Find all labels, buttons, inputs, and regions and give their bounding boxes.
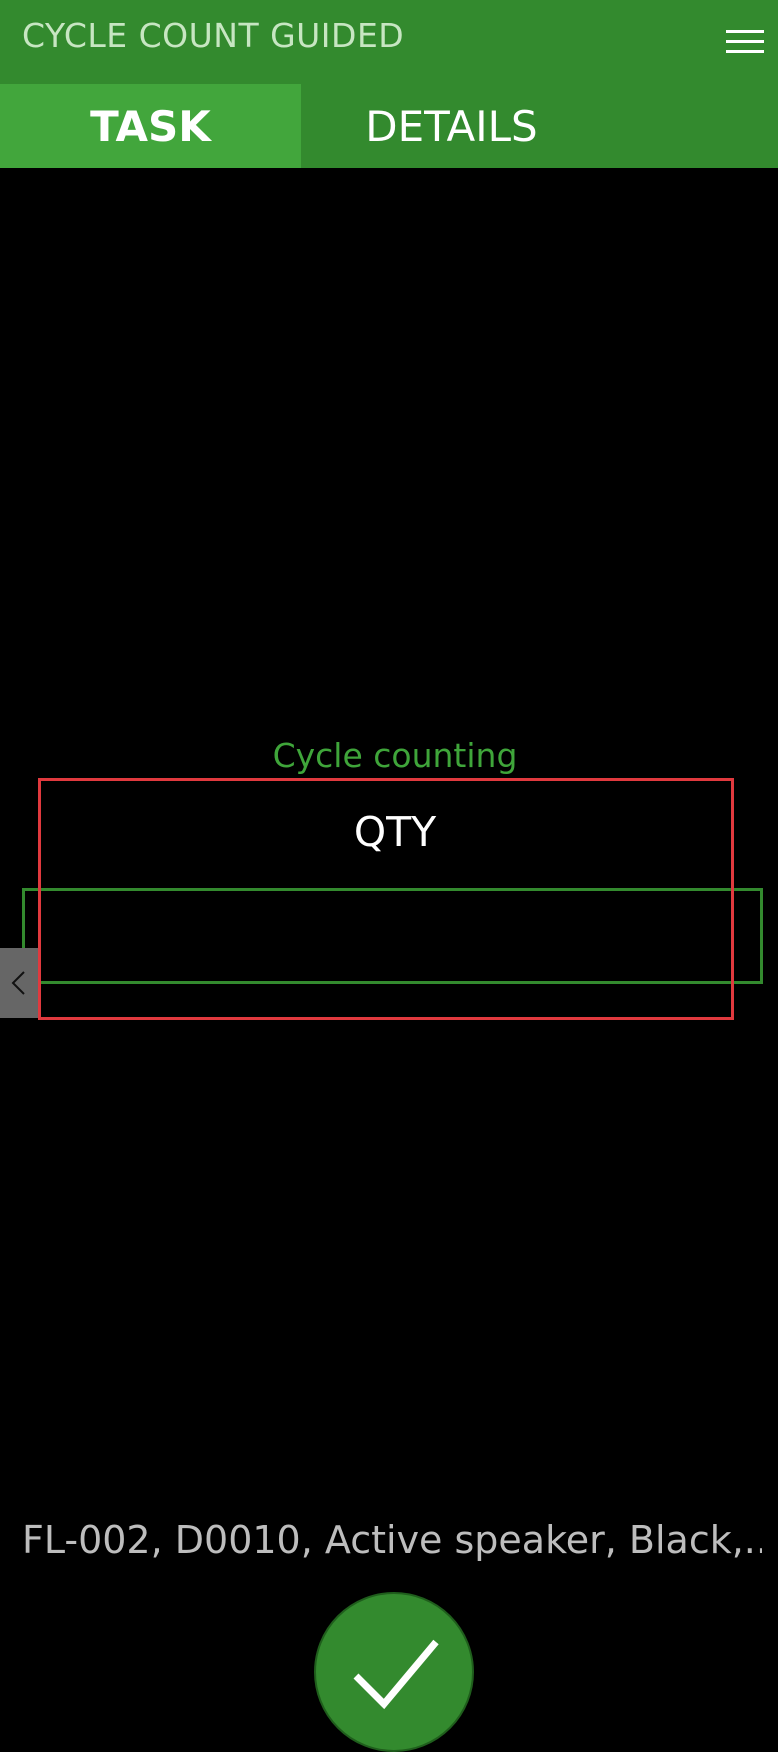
tab-details-label: DETAILS	[365, 101, 538, 151]
qty-input[interactable]	[22, 888, 763, 984]
section-label: Cycle counting	[272, 736, 518, 775]
page-title: CYCLE COUNT GUIDED	[22, 16, 405, 55]
tab-details[interactable]: DETAILS	[301, 84, 602, 168]
confirm-button[interactable]	[314, 1592, 474, 1752]
item-description: FL-002, D0010, Active speaker, Black,...	[22, 1518, 762, 1562]
chevron-left-icon	[11, 971, 25, 995]
menu-button[interactable]	[726, 26, 764, 56]
side-panel-toggle[interactable]	[0, 948, 38, 1018]
tab-task-label: TASK	[90, 101, 211, 151]
app-header: CYCLE COUNT GUIDED TASK DETAILS	[0, 0, 778, 168]
tab-task[interactable]: TASK	[0, 84, 301, 168]
qty-label: QTY	[353, 808, 437, 856]
checkmark-icon	[353, 1639, 439, 1710]
